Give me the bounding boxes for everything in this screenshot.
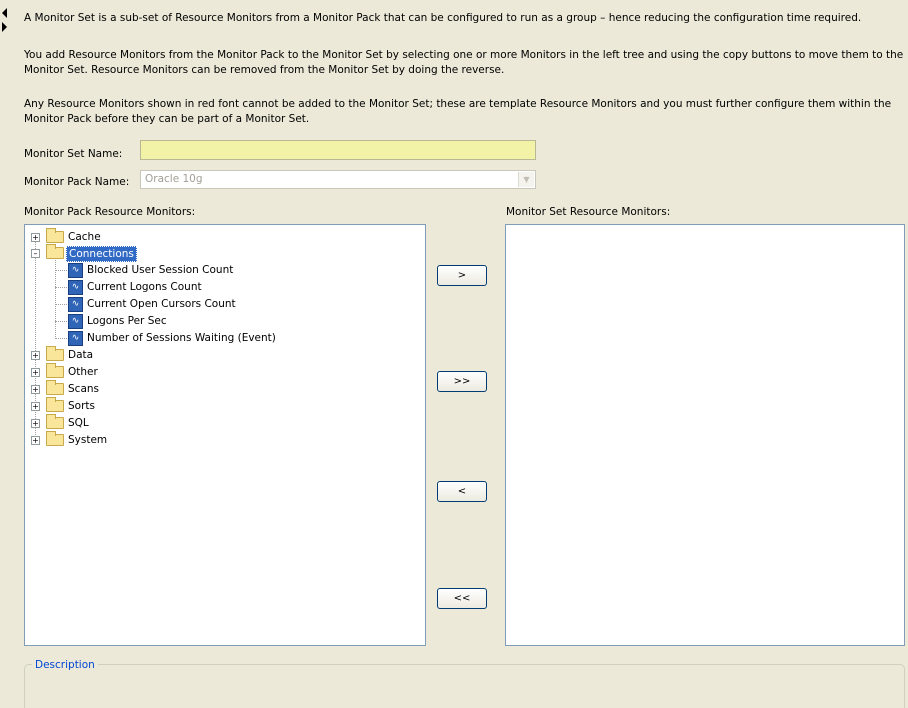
tree-node-label: Other: [68, 366, 98, 378]
tree-leaf-monitor[interactable]: ∿ Blocked User Session Count: [25, 262, 325, 279]
folder-icon: [46, 414, 64, 429]
set-monitors-list[interactable]: [505, 224, 905, 646]
tree-node-system[interactable]: + System: [25, 431, 225, 449]
intro-paragraph-2: You add Resource Monitors from the Monit…: [24, 49, 904, 76]
tree-node-data[interactable]: + Data: [25, 346, 225, 364]
expand-icon[interactable]: +: [31, 385, 40, 394]
collapse-up-icon[interactable]: [2, 8, 7, 18]
collapse-icon[interactable]: –: [31, 249, 40, 258]
tree-leaf-label: Number of Sessions Waiting (Event): [87, 332, 276, 344]
splitter-arrows[interactable]: [0, 0, 10, 40]
monitor-set-name-label: Monitor Set Name:: [24, 148, 123, 160]
monitor-icon: ∿: [68, 314, 83, 329]
folder-icon: [46, 397, 64, 412]
folder-icon: [46, 228, 64, 243]
tree-leaf-label: Current Open Cursors Count: [87, 298, 236, 310]
folder-icon: [46, 363, 64, 378]
tree-leaf-monitor[interactable]: ∿ Logons Per Sec: [25, 313, 325, 330]
tree-node-label: System: [68, 434, 108, 446]
intro-paragraph-3: Any Resource Monitors shown in red font …: [24, 98, 892, 125]
monitor-icon: ∿: [68, 280, 83, 295]
monitor-icon: ∿: [68, 331, 83, 346]
open-folder-icon: [46, 244, 64, 259]
monitor-pack-name-label: Monitor Pack Name:: [24, 176, 130, 188]
pack-monitors-tree[interactable]: + Cache – Connections ∿ Blocked User Ses…: [24, 224, 426, 646]
remove-all-button[interactable]: <<: [437, 588, 487, 609]
tree-leaf-monitor[interactable]: ∿ Current Open Cursors Count: [25, 296, 325, 313]
remove-selected-button[interactable]: <: [437, 481, 487, 502]
expand-icon[interactable]: +: [31, 233, 40, 242]
folder-icon: [46, 431, 64, 446]
tree-node-sql[interactable]: + SQL: [25, 414, 225, 432]
tree-node-label: Data: [68, 349, 94, 361]
expand-icon[interactable]: +: [31, 436, 40, 445]
intro-paragraph-1: A Monitor Set is a sub-set of Resource M…: [24, 12, 862, 24]
monitor-icon: ∿: [68, 263, 83, 278]
monitor-pack-name-value: Oracle 10g: [145, 173, 203, 185]
tree-node-other[interactable]: + Other: [25, 363, 225, 381]
expand-right-icon[interactable]: [2, 22, 7, 32]
tree-leaf-label: Blocked User Session Count: [87, 264, 234, 276]
expand-icon[interactable]: +: [31, 368, 40, 377]
add-all-button[interactable]: >>: [437, 371, 487, 392]
expand-icon[interactable]: +: [31, 351, 40, 360]
expand-icon[interactable]: +: [31, 402, 40, 411]
tree-node-scans[interactable]: + Scans: [25, 380, 225, 398]
pack-monitors-label: Monitor Pack Resource Monitors:: [24, 206, 196, 218]
monitor-icon: ∿: [68, 297, 83, 312]
monitor-set-name-input[interactable]: [140, 140, 536, 160]
tree-leaf-monitor[interactable]: ∿ Current Logons Count: [25, 279, 325, 296]
tree-leaf-monitor[interactable]: ∿ Number of Sessions Waiting (Event): [25, 330, 345, 347]
tree-node-label: Connections: [66, 246, 137, 262]
description-legend: Description: [32, 659, 98, 671]
folder-icon: [46, 380, 64, 395]
expand-icon[interactable]: +: [31, 419, 40, 428]
tree-node-label: SQL: [68, 417, 89, 429]
folder-icon: [46, 346, 64, 361]
tree-leaf-label: Logons Per Sec: [87, 315, 167, 327]
tree-node-label: Sorts: [68, 400, 95, 412]
tree-node-label: Cache: [68, 231, 101, 243]
tree-node-connections[interactable]: – Connections: [25, 244, 225, 262]
tree-node-sorts[interactable]: + Sorts: [25, 397, 225, 415]
add-selected-button[interactable]: >: [437, 265, 487, 286]
chevron-down-icon: ▼: [518, 172, 534, 187]
monitor-pack-name-select: Oracle 10g ▼: [140, 170, 536, 189]
set-monitors-label: Monitor Set Resource Monitors:: [506, 206, 671, 218]
tree-node-label: Scans: [68, 383, 99, 395]
tree-leaf-label: Current Logons Count: [87, 281, 202, 293]
description-group: [24, 664, 905, 708]
